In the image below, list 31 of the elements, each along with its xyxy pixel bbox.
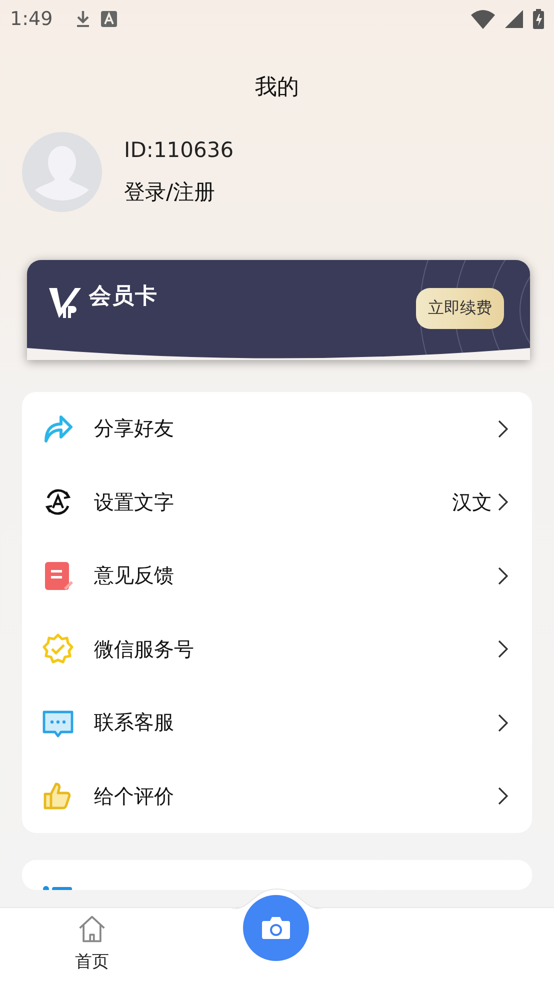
chevron-icon — [498, 493, 508, 512]
download-icon — [74, 9, 91, 29]
font-icon — [100, 11, 117, 27]
chevron-icon — [498, 420, 508, 438]
chevron-icon — [498, 566, 508, 585]
current-value: 汉文 — [452, 488, 492, 516]
chevron-icon — [498, 640, 508, 658]
signal-icon — [505, 10, 523, 28]
menu-item[interactable]: 联系客服 — [42, 686, 510, 760]
renew-button[interactable]: 立即续费 — [416, 288, 504, 329]
page-title: 我的 — [254, 74, 300, 102]
menu-item[interactable]: 意见反馈 — [42, 539, 510, 612]
menu-item[interactable]: 设置文字 汉文 — [42, 466, 510, 539]
vip-logo-icon — [49, 288, 83, 320]
chevron-icon — [498, 714, 508, 732]
feedback-icon — [42, 560, 74, 592]
menu-item[interactable]: 微信服务号 — [42, 612, 510, 686]
status-time: 1:49 — [10, 8, 53, 30]
menu-item[interactable]: 给个评价 — [42, 760, 510, 833]
battery-icon — [533, 9, 544, 29]
home-icon — [77, 914, 107, 944]
login-link[interactable]: 登录/注册 — [124, 178, 234, 206]
share-icon — [42, 412, 74, 445]
tab[interactable]: 首页 — [70, 914, 114, 973]
camera-icon — [261, 916, 291, 940]
wifi-icon — [471, 9, 495, 29]
chevron-icon — [498, 787, 508, 806]
menu-item[interactable]: 分享好友 — [42, 392, 510, 466]
badge-check-icon — [42, 633, 74, 666]
vip-card-title: 会员卡 — [89, 283, 158, 311]
user-id: ID:110636 — [124, 138, 234, 162]
